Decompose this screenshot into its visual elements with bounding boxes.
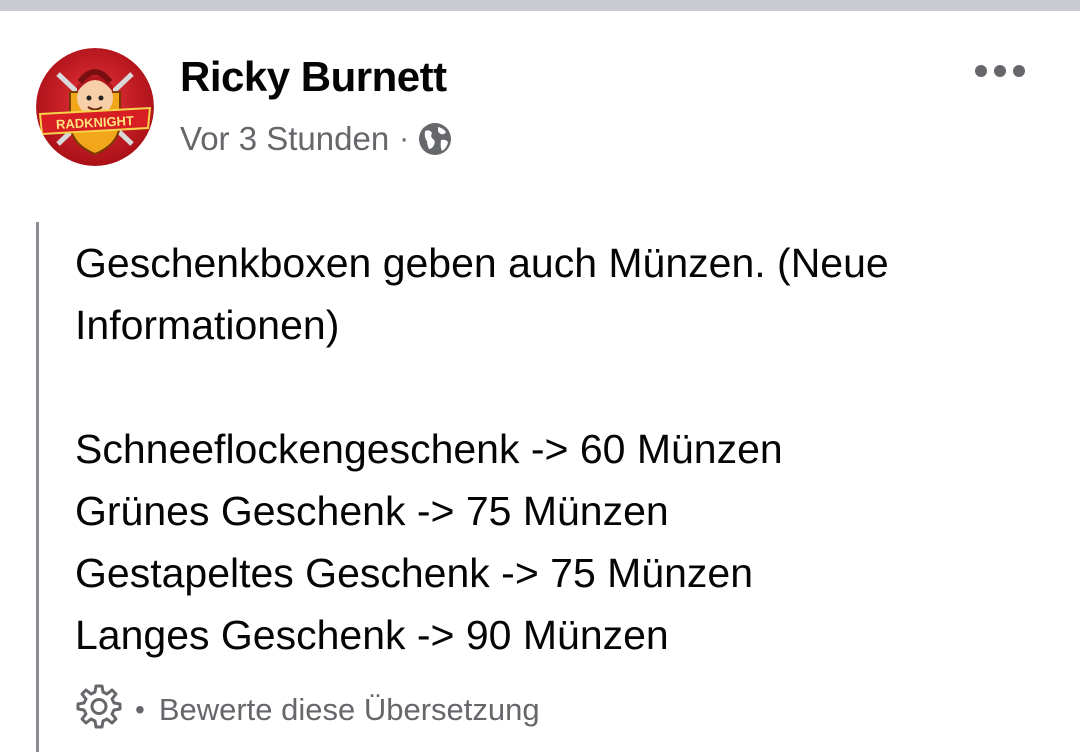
rate-translation-link[interactable]: Bewerte diese Übersetzung — [159, 692, 540, 728]
post-list-item: Schneeflockengeschenk -> 60 Münzen — [75, 426, 783, 472]
post-timestamp[interactable]: Vor 3 Stunden — [180, 120, 389, 158]
author-name[interactable]: Ricky Burnett — [180, 53, 447, 101]
meta-separator: · — [399, 122, 410, 155]
post-line: Informationen) — [75, 302, 340, 348]
post-meta: Vor 3 Stunden · — [180, 117, 453, 161]
post-list-item: Gestapeltes Geschenk -> 75 Münzen — [75, 550, 754, 596]
more-dots-icon — [975, 65, 1025, 77]
post-list-item: Langes Geschenk -> 90 Münzen — [75, 612, 669, 658]
translation-separator: • — [135, 694, 145, 725]
translation-quote-bar — [36, 222, 39, 752]
gear-icon[interactable] — [75, 682, 123, 738]
post-list-item: Grünes Geschenk -> 75 Münzen — [75, 488, 669, 534]
top-divider — [0, 0, 1080, 11]
post-line: Geschenkboxen geben auch Münzen. (Neue — [75, 240, 889, 286]
globe-icon[interactable] — [417, 121, 453, 157]
post-body: Geschenkboxen geben auch Münzen. (Neue I… — [75, 232, 1035, 666]
translation-footer: • Bewerte diese Übersetzung — [75, 684, 540, 734]
more-options-button[interactable] — [970, 55, 1030, 87]
avatar[interactable]: RADKNIGHT — [36, 48, 154, 166]
